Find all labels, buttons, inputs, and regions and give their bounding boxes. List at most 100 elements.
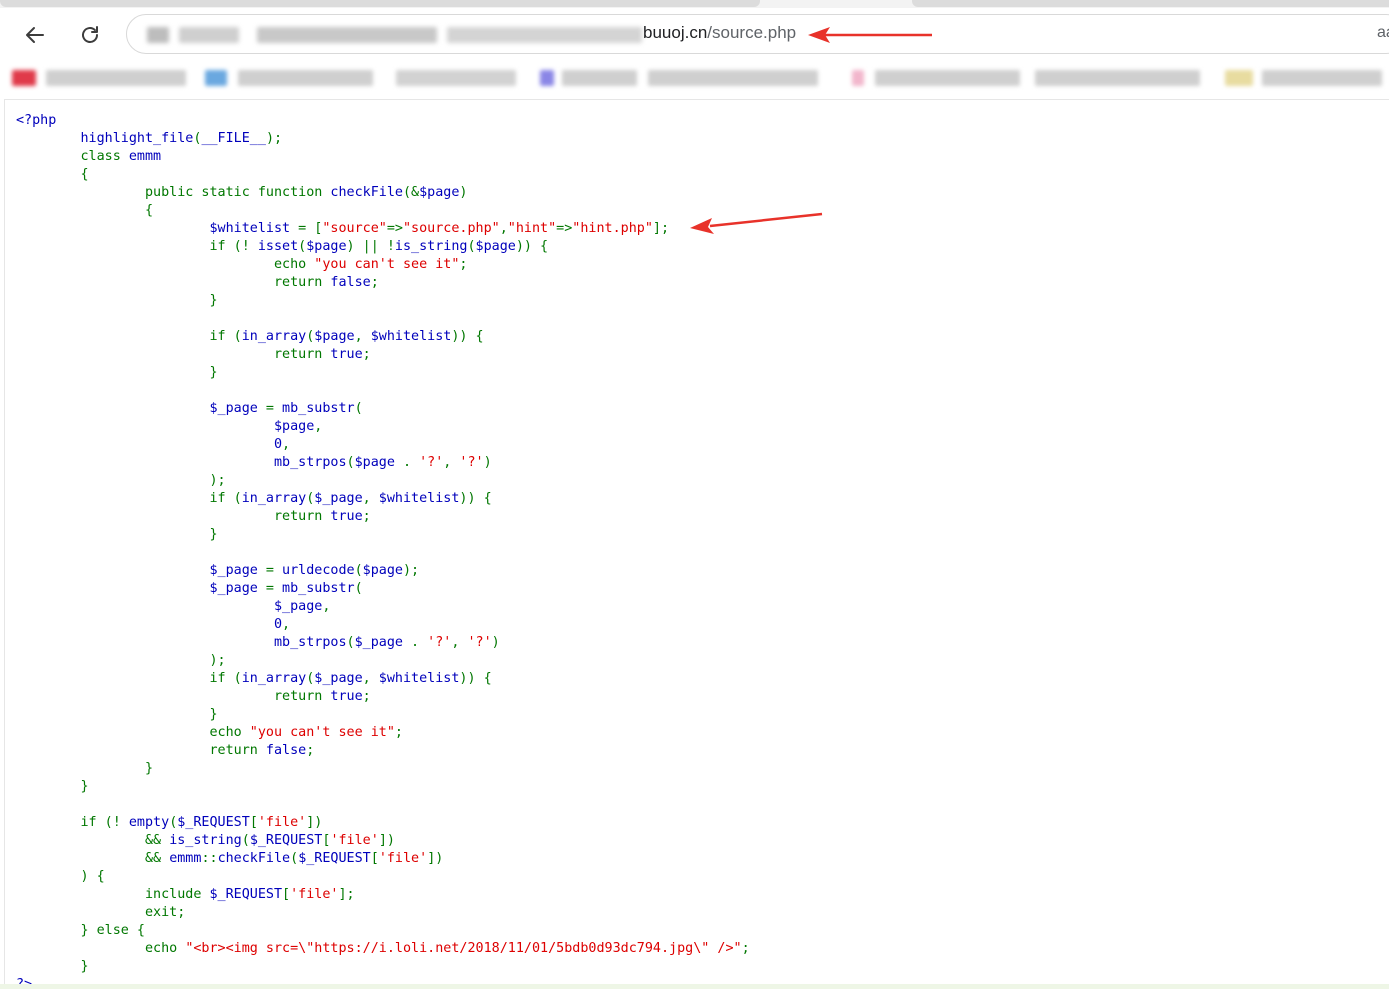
code-line: if (! isset($page) || !is_string($page))… [16, 239, 548, 254]
bottom-edge [0, 984, 1389, 989]
back-button[interactable] [18, 18, 52, 52]
code-line: } else { [16, 923, 145, 938]
bookmark-item[interactable] [648, 70, 818, 86]
redacted-url-prefix [147, 27, 169, 43]
code-token: $whitelist [16, 221, 299, 236]
code-token: $_REQUEST [209, 887, 283, 902]
reload-icon [82, 26, 98, 43]
code-token: } [16, 365, 218, 380]
code-token: '?' [459, 455, 484, 470]
code-token: $_page [314, 491, 363, 506]
code-token: , [362, 671, 379, 686]
bookmark-item[interactable] [396, 70, 516, 86]
code-token: "you can't see it" [314, 257, 460, 272]
address-bar[interactable]: buuoj.cn/source.php aa [126, 14, 1389, 54]
code-token: && [16, 833, 170, 848]
code-token: ( [354, 401, 363, 416]
code-token: , [354, 329, 371, 344]
code-token: $_page [16, 401, 266, 416]
code-token: '?' [467, 635, 492, 650]
code-line: <?php [16, 113, 56, 128]
code-token: $_page [314, 671, 363, 686]
code-line: $_page, [16, 599, 330, 614]
bookmark-item[interactable] [238, 70, 373, 86]
bookmark-item[interactable] [562, 70, 637, 86]
code-line: highlight_file(__FILE__); [16, 131, 282, 146]
code-token: in_array [241, 671, 307, 686]
code-token: ); [402, 563, 420, 578]
code-line: return true; [16, 347, 371, 362]
code-line: if (in_array($_page, $whitelist)) { [16, 491, 491, 506]
code-token: if (! [16, 239, 258, 254]
code-token: $whitelist [378, 671, 460, 686]
code-token: return [16, 275, 331, 290]
code-token: $_REQUEST [298, 851, 371, 866]
code-token: $_page [16, 599, 323, 614]
code-token: ; [362, 509, 371, 524]
bookmark-item[interactable] [540, 70, 554, 86]
code-line: $_page = urldecode($page); [16, 563, 419, 578]
code-token: mb_strpos [16, 455, 347, 470]
code-token: . [411, 635, 428, 650]
code-token: 'file' [330, 833, 379, 848]
bookmark-item[interactable] [1262, 70, 1382, 86]
bookmark-item[interactable] [12, 70, 36, 86]
code-token: "hint.php" [572, 221, 653, 236]
code-token: checkFile [217, 851, 291, 866]
code-token: "hint" [507, 221, 557, 236]
redacted-url-prefix [447, 27, 642, 43]
code-token: ( [241, 833, 250, 848]
code-token: 'file' [378, 851, 428, 866]
code-token: ; [741, 941, 750, 956]
code-line: } [16, 779, 88, 794]
code-line: $page, [16, 419, 322, 434]
code-token: "<br><img src=\"https://i.loli.net/2018/… [185, 941, 742, 956]
reload-button[interactable] [73, 18, 107, 52]
code-line: return false; [16, 743, 314, 758]
code-token: } [16, 959, 89, 974]
code-token: ]) [306, 815, 323, 830]
code-token: ( [467, 239, 476, 254]
code-token: ; [362, 689, 371, 704]
bookmark-item[interactable] [875, 70, 1020, 86]
bookmark-item[interactable] [205, 70, 227, 86]
bookmark-item[interactable] [852, 70, 864, 86]
code-token: } [16, 527, 218, 542]
code-token: ); [265, 131, 283, 146]
code-line: exit; [16, 905, 185, 920]
code-token: ( [354, 563, 363, 578]
code-token: { [16, 203, 154, 218]
code-token: true [330, 509, 363, 524]
bookmark-item[interactable] [46, 70, 186, 86]
code-token: , [282, 617, 291, 632]
code-token: } [16, 707, 218, 722]
code-token: (& [402, 185, 420, 200]
url-text[interactable]: buuoj.cn/source.php [643, 23, 796, 43]
code-token: exit; [16, 905, 186, 920]
browser-toolbar: buuoj.cn/source.php aa [0, 8, 1389, 60]
code-token: { [16, 167, 89, 182]
code-token: $page [475, 239, 516, 254]
code-token: urldecode [282, 563, 355, 578]
inactive-tab[interactable] [912, 0, 1389, 7]
code-token: $_page [16, 581, 266, 596]
code-token: highlight_file [16, 131, 194, 146]
code-token: => [556, 221, 573, 236]
code-token: 0 [16, 617, 283, 632]
code-token: )) { [515, 239, 549, 254]
code-token: ) [491, 635, 500, 650]
redacted-url-prefix [179, 27, 239, 43]
code-token: , [443, 455, 460, 470]
active-tab[interactable] [0, 0, 760, 7]
code-token: ; [370, 275, 379, 290]
code-line: ); [16, 473, 225, 488]
code-token: if ( [16, 671, 242, 686]
code-token: )) { [459, 671, 492, 686]
code-token: , [362, 491, 379, 506]
bookmark-item[interactable] [1035, 70, 1200, 86]
code-token: $page [306, 239, 347, 254]
code-token: return [16, 689, 331, 704]
code-token: , [499, 221, 508, 236]
tab-strip [0, 0, 1389, 8]
bookmark-item[interactable] [1225, 70, 1253, 86]
